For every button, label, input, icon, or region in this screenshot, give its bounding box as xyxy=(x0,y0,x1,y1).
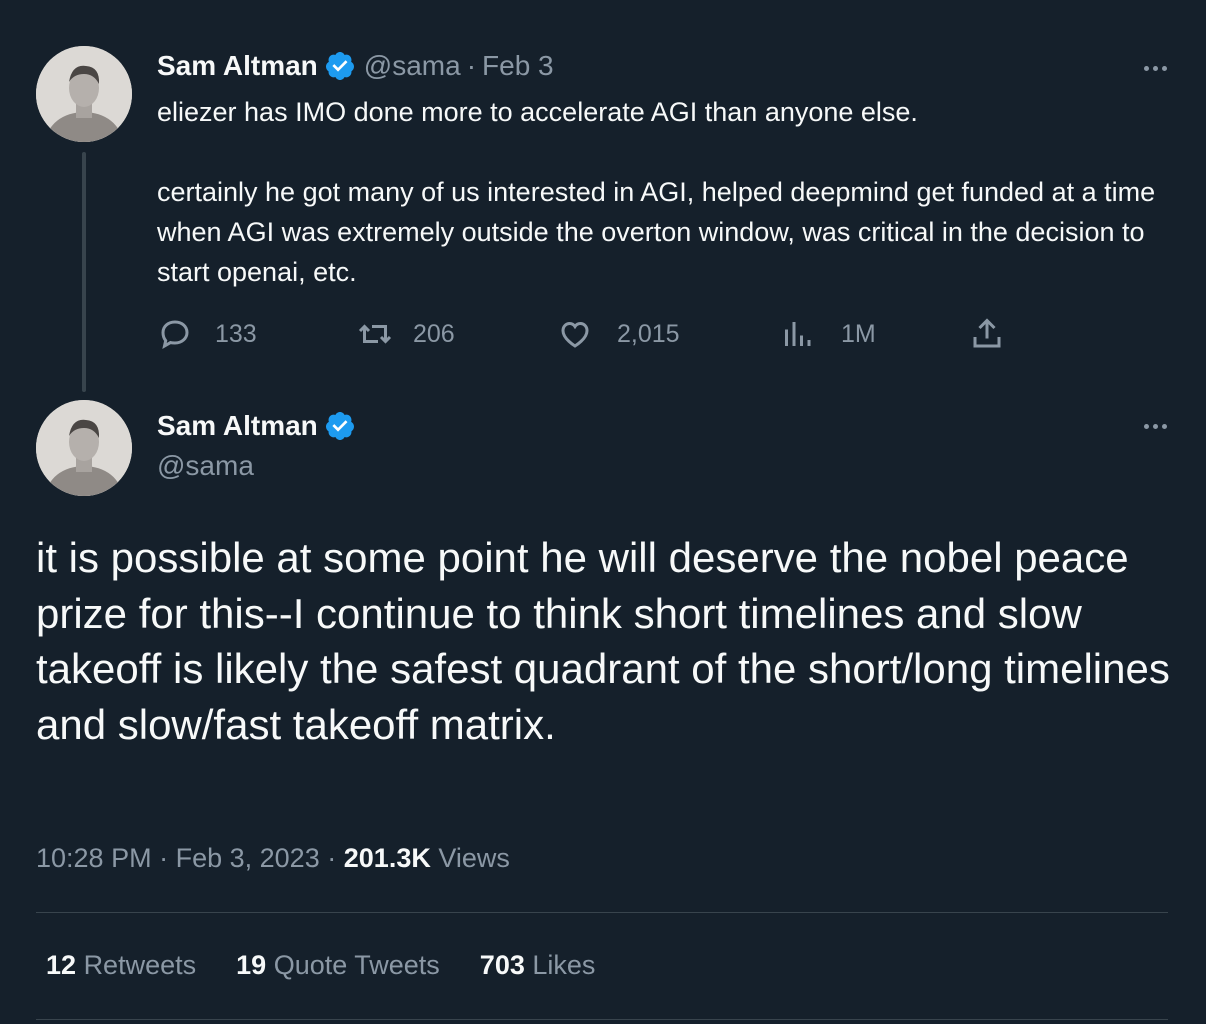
quotes-count: 19 xyxy=(236,950,267,980)
likes-count: 703 xyxy=(479,950,525,980)
tweet1-header: Sam Altman @sama · Feb 3 xyxy=(157,49,554,83)
like-icon xyxy=(561,321,589,348)
tweet1-body: eliezer has IMO done more to accelerate … xyxy=(157,92,1157,292)
separator: · xyxy=(466,50,477,81)
like-count: 2,015 xyxy=(617,319,680,348)
views-label: Views xyxy=(438,843,510,873)
views-button[interactable]: 1M xyxy=(779,314,876,354)
views-count: 1M xyxy=(841,319,876,348)
separator: · xyxy=(327,843,337,873)
share-icon xyxy=(973,318,1001,348)
likes-stat[interactable]: 703 Likes xyxy=(480,950,596,981)
views-count: 201.3K xyxy=(343,843,431,873)
avatar-photo xyxy=(36,400,132,496)
divider xyxy=(36,912,1168,913)
retweets-count: 12 xyxy=(46,950,77,980)
tweet1-paragraph: eliezer has IMO done more to accelerate … xyxy=(157,97,918,127)
avatar[interactable] xyxy=(36,400,132,496)
more-icon[interactable] xyxy=(1135,56,1175,80)
tweet2-body: it is possible at some point he will des… xyxy=(36,534,1170,748)
more-icon[interactable] xyxy=(1135,414,1175,438)
retweet-count: 206 xyxy=(413,319,455,348)
quote-tweets-stat[interactable]: 19 Quote Tweets xyxy=(236,950,440,981)
verified-icon xyxy=(325,412,354,440)
reply-count: 133 xyxy=(215,319,257,348)
tweet-thread: Sam Altman @sama · Feb 3 eliezer has IMO… xyxy=(0,0,1206,1024)
reply-button[interactable]: 133 xyxy=(157,314,257,354)
thread-line xyxy=(82,152,86,392)
avatar[interactable] xyxy=(36,46,132,142)
tweet-time[interactable]: 10:28 PM xyxy=(36,843,152,873)
avatar-photo xyxy=(36,46,132,142)
quotes-label: Quote Tweets xyxy=(273,950,440,980)
tweet1-paragraph: certainly he got many of us interested i… xyxy=(157,177,1156,287)
retweets-stat[interactable]: 12 Retweets xyxy=(46,950,196,981)
author-name[interactable]: Sam Altman xyxy=(157,409,318,443)
likes-label: Likes xyxy=(532,950,596,980)
author-handle[interactable]: @sama xyxy=(157,450,254,482)
engagement-stats: 12 Retweets 19 Quote Tweets 703 Likes xyxy=(46,950,635,981)
tweet-metadata: 10:28 PM · Feb 3, 2023 · 201.3K Views xyxy=(36,843,510,874)
tweet-date[interactable]: Feb 3 xyxy=(482,49,554,83)
retweet-button[interactable]: 206 xyxy=(357,314,455,354)
views-icon xyxy=(785,322,811,346)
retweets-label: Retweets xyxy=(83,950,197,980)
reply-icon xyxy=(161,320,189,349)
author-handle[interactable]: @sama xyxy=(364,49,461,83)
share-button[interactable] xyxy=(969,314,1005,354)
verified-icon xyxy=(325,52,354,80)
divider xyxy=(36,1019,1168,1020)
tweet-full-date[interactable]: Feb 3, 2023 xyxy=(176,843,320,873)
retweet-icon xyxy=(358,324,392,344)
separator: · xyxy=(159,843,169,873)
like-button[interactable]: 2,015 xyxy=(557,314,680,354)
author-name[interactable]: Sam Altman xyxy=(157,49,318,83)
tweet2-header: Sam Altman xyxy=(157,409,356,443)
